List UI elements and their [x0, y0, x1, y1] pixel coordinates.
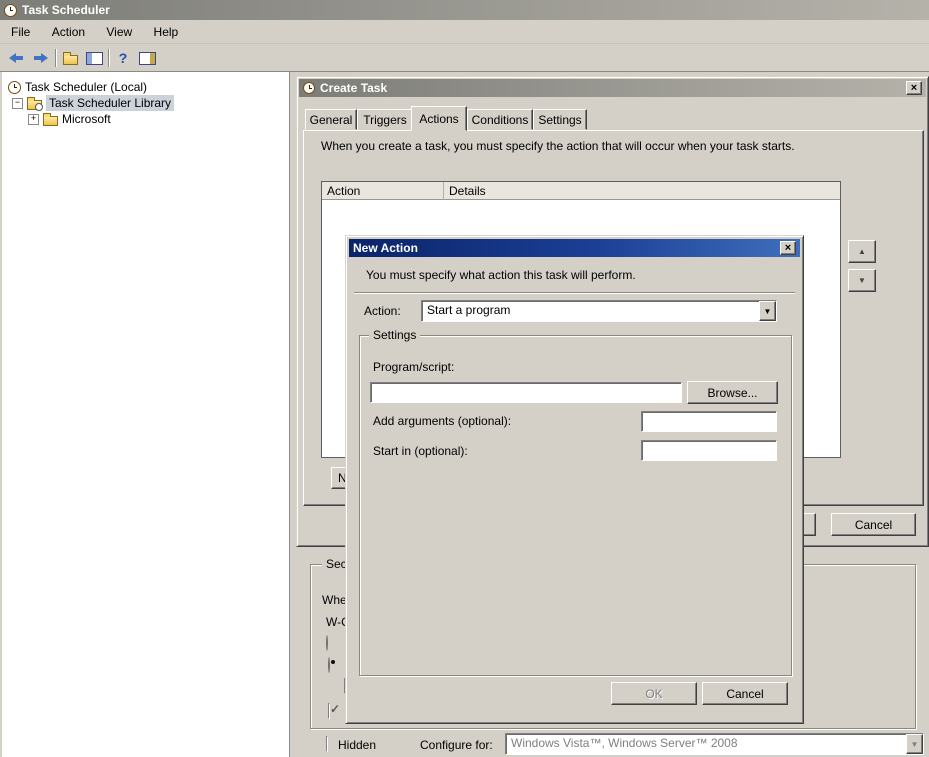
forward-button[interactable]	[29, 48, 51, 68]
new-action-ok-button[interactable]: OK	[611, 682, 697, 705]
help-button[interactable]	[112, 48, 134, 68]
action-label: Action:	[364, 304, 401, 318]
configure-for-dropdown-button[interactable]: ▼	[906, 734, 923, 754]
tree-item-library[interactable]: − Task Scheduler Library	[12, 95, 174, 111]
back-icon	[9, 53, 24, 63]
new-action-dialog: New Action × You must specify what actio…	[345, 235, 804, 724]
folder-icon	[63, 55, 78, 65]
create-task-cancel-button[interactable]: Cancel	[831, 513, 916, 536]
console-tree-pane: Task Scheduler (Local) − Task Scheduler …	[2, 72, 290, 757]
configure-for-combobox[interactable]: Windows Vista™, Windows Server™ 2008 ▼	[505, 733, 924, 755]
microsoft-folder-icon	[43, 116, 58, 126]
export-list-button[interactable]	[59, 48, 81, 68]
create-task-title: Create Task	[320, 81, 387, 95]
action-dropdown-button[interactable]: ▼	[759, 301, 776, 321]
close-icon: ×	[785, 242, 791, 254]
task-scheduler-node-icon	[8, 81, 21, 94]
configure-for-value: Windows Vista™, Windows Server™ 2008	[506, 734, 906, 754]
action-pane-icon	[139, 52, 156, 65]
action-combobox[interactable]: Start a program ▼	[421, 300, 777, 322]
tab-general[interactable]: General	[305, 109, 357, 130]
configure-for-label: Configure for:	[420, 738, 493, 752]
new-action-cancel-button[interactable]: Cancel	[702, 682, 788, 705]
create-task-icon	[303, 82, 315, 94]
tree-microsoft-label[interactable]: Microsoft	[62, 112, 111, 126]
main-window-titlebar: Task Scheduler	[0, 0, 929, 20]
arrow-down-icon: ▼	[858, 276, 866, 285]
library-folder-icon	[27, 100, 42, 110]
tab-actions[interactable]: Actions	[411, 106, 467, 131]
arrow-up-icon: ▲	[858, 247, 866, 256]
expand-expander-icon[interactable]: +	[28, 114, 39, 125]
tab-settings[interactable]: Settings	[533, 109, 587, 130]
create-task-close-button[interactable]: ×	[906, 81, 922, 95]
header-separator	[354, 292, 795, 294]
new-action-titlebar: New Action ×	[349, 239, 800, 257]
help-icon	[115, 51, 131, 66]
column-header-details-label: Details	[449, 184, 486, 198]
collapse-expander-icon[interactable]: −	[12, 98, 23, 109]
menu-action[interactable]: Action	[43, 22, 94, 42]
move-down-button[interactable]: ▼	[848, 269, 876, 292]
create-task-cancel-label: Cancel	[855, 518, 892, 532]
chevron-down-icon: ▼	[911, 740, 919, 749]
menu-help[interactable]: Help	[145, 22, 188, 42]
move-up-button[interactable]: ▲	[848, 240, 876, 263]
column-header-details[interactable]: Details	[444, 182, 840, 200]
add-arguments-input[interactable]	[641, 411, 777, 432]
hidden-label: Hidden	[338, 738, 376, 752]
toolbar-separator	[55, 49, 56, 67]
run-whether-logged-on-radio[interactable]	[328, 657, 330, 673]
column-header-action[interactable]: Action	[322, 182, 444, 200]
program-script-input[interactable]	[370, 382, 682, 403]
menu-bar: File Action View Help	[0, 22, 929, 44]
tree-root-label[interactable]: Task Scheduler (Local)	[25, 80, 147, 94]
new-action-close-button[interactable]: ×	[780, 241, 796, 255]
back-button[interactable]	[5, 48, 27, 68]
settings-group-label: Settings	[369, 328, 420, 342]
new-action-ok-label: OK	[645, 687, 662, 701]
tree-item-microsoft[interactable]: + Microsoft	[28, 111, 111, 127]
menu-file[interactable]: File	[2, 22, 39, 42]
forward-icon	[33, 53, 48, 63]
tab-actions-label: Actions	[419, 112, 458, 126]
hidden-checkbox[interactable]	[326, 736, 328, 752]
run-when-logged-on-radio[interactable]	[326, 635, 328, 651]
console-tree-button[interactable]	[83, 48, 105, 68]
tab-settings-label: Settings	[538, 113, 581, 127]
browse-button[interactable]: Browse...	[687, 381, 778, 404]
actions-tab-description: When you create a task, you must specify…	[321, 139, 906, 153]
account-instruction-label: Whe	[322, 593, 347, 607]
close-icon: ×	[911, 82, 917, 94]
create-task-titlebar: Create Task ×	[299, 79, 926, 97]
action-combobox-value: Start a program	[422, 301, 759, 321]
new-action-description: You must specify what action this task w…	[366, 268, 636, 282]
column-header-action-label: Action	[327, 184, 360, 198]
add-arguments-label: Add arguments (optional):	[373, 414, 511, 428]
browse-button-label: Browse...	[707, 386, 757, 400]
tree-library-label[interactable]: Task Scheduler Library	[46, 95, 174, 111]
highest-privileges-checkbox[interactable]	[328, 703, 330, 719]
tab-conditions-label: Conditions	[472, 113, 529, 127]
tree-item-root[interactable]: Task Scheduler (Local)	[8, 79, 147, 95]
tab-conditions[interactable]: Conditions	[467, 109, 533, 130]
menu-view[interactable]: View	[97, 22, 141, 42]
program-script-label: Program/script:	[373, 360, 454, 374]
tab-triggers-label: Triggers	[363, 113, 407, 127]
start-in-input[interactable]	[641, 440, 777, 461]
toolbar-separator	[108, 49, 109, 67]
new-action-cancel-label: Cancel	[726, 687, 763, 701]
toolbar	[0, 45, 929, 72]
tab-general-label: General	[310, 113, 353, 127]
tab-triggers[interactable]: Triggers	[357, 109, 413, 130]
new-action-title: New Action	[353, 241, 418, 255]
chevron-down-icon: ▼	[764, 307, 772, 316]
task-scheduler-app-icon	[4, 4, 17, 17]
main-window-title: Task Scheduler	[22, 3, 110, 17]
screen: Task Scheduler File Action View Help Tas…	[0, 0, 929, 757]
action-pane-button[interactable]	[136, 48, 158, 68]
console-tree-icon	[86, 52, 103, 65]
start-in-label: Start in (optional):	[373, 444, 468, 458]
